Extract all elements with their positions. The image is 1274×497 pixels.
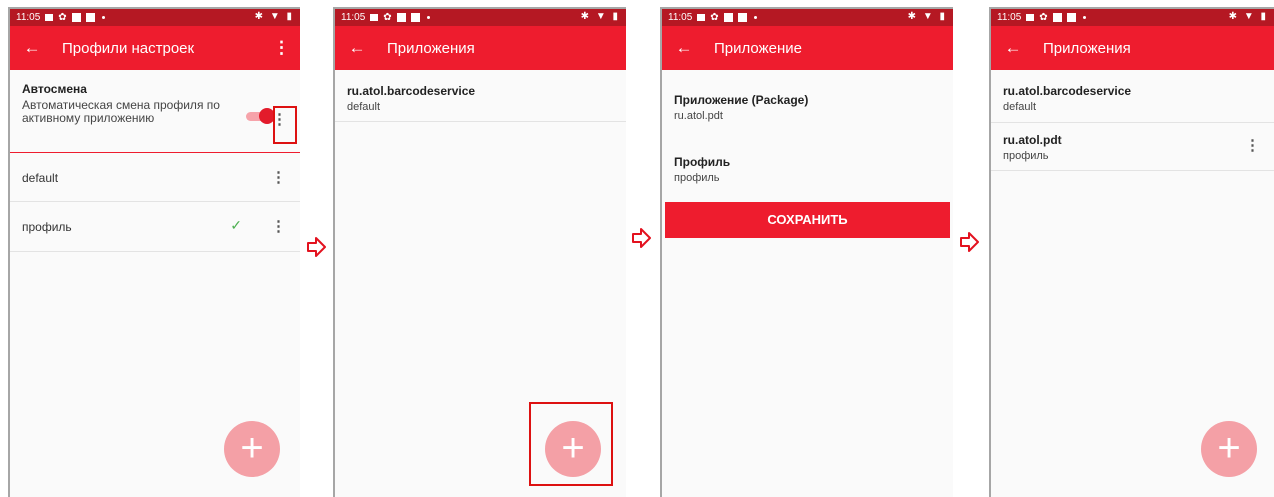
autoswitch-title: Автосмена	[22, 82, 87, 96]
app-profile: default	[347, 101, 381, 113]
settings-status-icon: ✿	[1039, 12, 1048, 23]
app-menu-icon[interactable]: ⋮	[1245, 136, 1260, 154]
screen-app-detail: 11:05 ✿ ✱ ▼ ▮ ← Приложение Приложение (P…	[660, 7, 953, 497]
status-icons: ✱ ▼ ▮	[1228, 11, 1268, 22]
autoswitch-toggle[interactable]	[246, 108, 275, 124]
page-title: Приложения	[387, 39, 475, 57]
profile-field[interactable]: Профиль профиль	[662, 149, 953, 193]
highlight-box	[273, 106, 297, 144]
app-package: ru.atol.barcodeservice	[1003, 84, 1132, 98]
save-button[interactable]: СОХРАНИТЬ	[665, 202, 950, 238]
app-bar: ← Приложения	[991, 26, 1274, 70]
notification-icon	[697, 14, 706, 21]
app-row[interactable]: ru.atol.barcodeservice default	[991, 70, 1274, 123]
profile-menu-icon[interactable]: ⋮	[271, 217, 286, 235]
notification-icon	[370, 14, 379, 21]
status-icons: ✱ ▼ ▮	[254, 11, 294, 22]
notification-icon	[737, 13, 747, 22]
status-bar: 11:05 ✿ ✱ ▼ ▮	[991, 9, 1274, 26]
app-profile: default	[1003, 101, 1037, 113]
status-bar: 11:05 ✿ ✱ ▼ ▮	[335, 9, 626, 26]
page-title: Приложения	[1043, 39, 1131, 57]
app-bar: ← Приложения	[335, 26, 626, 70]
screen-profiles: 11:05 ✿ ✱ ▼ ▮ ← Профили настроек ⋮ Автос…	[8, 7, 300, 497]
notification-icon	[723, 13, 733, 22]
notification-icon	[1066, 13, 1076, 22]
notification-icon	[410, 13, 420, 22]
status-icons: ✱ ▼ ▮	[580, 11, 620, 22]
overflow-menu-icon[interactable]: ⋮	[273, 38, 290, 58]
more-notifications-icon	[426, 16, 430, 19]
add-app-button[interactable]: +	[1201, 421, 1257, 477]
profile-name: профиль	[22, 220, 72, 234]
back-icon[interactable]: ←	[10, 38, 54, 58]
profile-value: профиль	[674, 172, 720, 184]
more-notifications-icon	[1082, 16, 1086, 19]
settings-status-icon: ✿	[710, 12, 719, 23]
notification-icon	[1052, 13, 1062, 22]
back-icon[interactable]: ←	[662, 38, 706, 58]
screen-apps: 11:05 ✿ ✱ ▼ ▮ ← Приложения ru.atol.barco…	[333, 7, 626, 497]
page-title: Приложение	[714, 39, 802, 57]
notification-icon	[396, 13, 406, 22]
back-icon[interactable]: ←	[335, 38, 379, 58]
more-notifications-icon	[753, 16, 757, 19]
profile-row[interactable]: профиль ✓ ⋮	[10, 202, 300, 252]
page-title: Профили настроек	[62, 39, 195, 57]
profile-row[interactable]: default ⋮	[10, 153, 300, 202]
settings-status-icon: ✿	[383, 12, 392, 23]
app-package: ru.atol.barcodeservice	[347, 84, 476, 98]
package-value: ru.atol.pdt	[674, 110, 723, 122]
app-row[interactable]: ru.atol.barcodeservice default	[335, 70, 626, 122]
app-profile: профиль	[1003, 150, 1049, 162]
back-icon[interactable]: ←	[991, 38, 1035, 58]
autoswitch-description: Автоматическая смена профиля по активном…	[22, 98, 220, 125]
arrow-right-icon	[960, 232, 979, 252]
app-bar: ← Приложение	[662, 26, 953, 70]
settings-status-icon: ✿	[58, 12, 67, 23]
status-bar: 11:05 ✿ ✱ ▼ ▮	[662, 9, 953, 26]
notification-icon	[85, 13, 95, 22]
more-notifications-icon	[101, 16, 105, 19]
package-field[interactable]: Приложение (Package) ru.atol.pdt	[662, 87, 953, 131]
add-profile-button[interactable]: +	[224, 421, 280, 477]
status-time: 11:05	[16, 12, 41, 23]
screen-apps-updated: 11:05 ✿ ✱ ▼ ▮ ← Приложения ru.atol.barco…	[989, 7, 1274, 497]
status-time: 11:05	[341, 12, 366, 23]
active-check-icon: ✓	[230, 217, 242, 233]
status-icons: ✱ ▼ ▮	[907, 11, 947, 22]
status-time: 11:05	[668, 12, 693, 23]
arrow-right-icon	[632, 228, 651, 248]
highlight-box	[529, 402, 613, 486]
status-time: 11:05	[997, 12, 1022, 23]
arrow-right-icon	[307, 237, 326, 257]
profile-label: Профиль	[674, 155, 731, 169]
status-bar: 11:05 ✿ ✱ ▼ ▮	[10, 9, 300, 26]
autoswitch-row[interactable]: Автосмена Автоматическая смена профиля п…	[10, 70, 300, 153]
app-package: ru.atol.pdt	[1003, 133, 1062, 147]
app-row[interactable]: ru.atol.pdt профиль ⋮	[991, 123, 1274, 171]
notification-icon	[71, 13, 81, 22]
notification-icon	[1026, 14, 1035, 21]
app-bar: ← Профили настроек ⋮	[10, 26, 300, 70]
profile-name: default	[22, 171, 59, 185]
profile-menu-icon[interactable]: ⋮	[271, 168, 286, 186]
notification-icon	[45, 14, 54, 21]
package-label: Приложение (Package)	[674, 93, 809, 107]
